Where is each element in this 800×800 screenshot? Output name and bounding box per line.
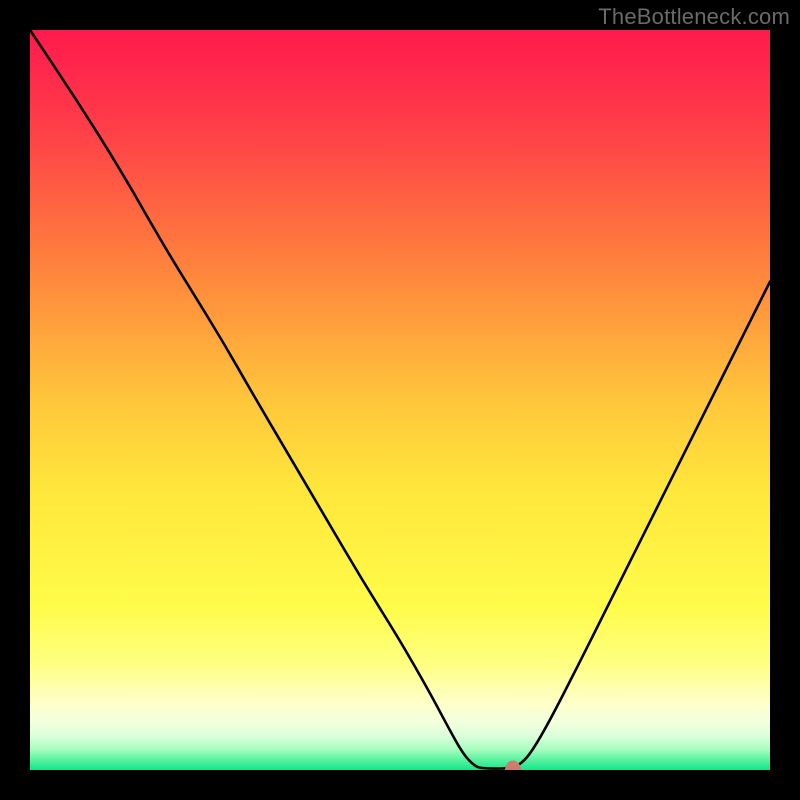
plot-outer-frame: [0, 0, 800, 800]
bottleneck-curve: [30, 30, 770, 770]
chart-container: TheBottleneck.com: [0, 0, 800, 800]
plot-area: [30, 30, 770, 770]
watermark-label: TheBottleneck.com: [598, 4, 790, 30]
